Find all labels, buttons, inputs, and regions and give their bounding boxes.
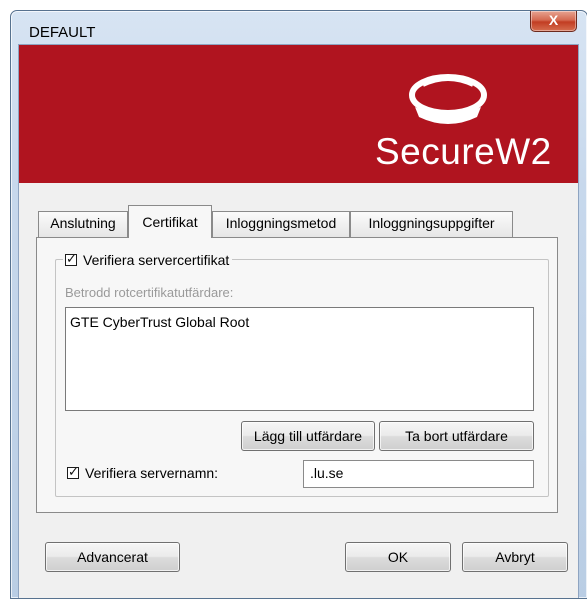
- verify-server-name-checkbox-row[interactable]: Verifiera servernamn:: [65, 464, 222, 481]
- verify-server-cert-label: Verifiera servercertifikat: [83, 252, 230, 268]
- verify-server-cert-checkbox[interactable]: [65, 251, 77, 267]
- tab-anslutning[interactable]: Anslutning: [38, 211, 128, 237]
- window-title: DEFAULT: [29, 24, 96, 41]
- trusted-root-label: Betrodd rotcertifikatutfärdare:: [65, 285, 234, 300]
- tab-inloggningsmetod[interactable]: Inloggningsmetod: [212, 211, 350, 237]
- close-button[interactable]: X: [530, 11, 577, 32]
- verify-server-cert-checkbox-row[interactable]: Verifiera servercertifikat: [63, 251, 233, 268]
- verify-server-name-label: Verifiera servernamn:: [85, 465, 219, 481]
- title-bar[interactable]: DEFAULT X: [11, 11, 587, 45]
- verify-server-name-checkbox[interactable]: [67, 464, 79, 480]
- tab-inloggningsuppgifter[interactable]: Inloggningsuppgifter: [350, 211, 513, 237]
- brand-banner: SecureW2: [19, 45, 578, 183]
- ok-button[interactable]: OK: [345, 542, 451, 572]
- securew2-logo-icon: [409, 74, 487, 124]
- add-issuer-button[interactable]: Lägg till utfärdare: [241, 421, 375, 451]
- trusted-root-list[interactable]: GTE CyberTrust Global Root: [65, 307, 534, 411]
- tab-certifikat[interactable]: Certifikat: [128, 205, 212, 238]
- advanced-button[interactable]: Advancerat: [45, 542, 180, 572]
- list-item[interactable]: GTE CyberTrust Global Root: [70, 314, 249, 330]
- remove-issuer-button[interactable]: Ta bort utfärdare: [379, 421, 534, 451]
- cancel-button[interactable]: Avbryt: [462, 542, 568, 572]
- server-name-input[interactable]: .lu.se: [303, 460, 534, 488]
- brand-name: SecureW2: [375, 131, 552, 172]
